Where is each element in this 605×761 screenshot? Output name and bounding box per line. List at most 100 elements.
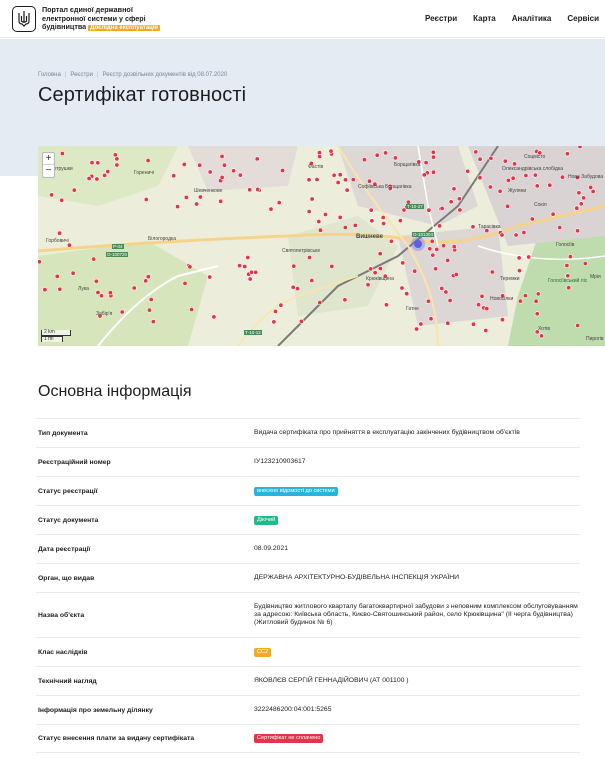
map-marker[interactable] [342, 225, 348, 231]
map-marker[interactable] [381, 221, 387, 227]
map-marker[interactable] [377, 251, 383, 257]
map-marker[interactable] [306, 177, 312, 183]
map-marker[interactable] [278, 302, 284, 308]
map-marker[interactable] [484, 306, 490, 312]
map-marker[interactable] [502, 158, 508, 164]
map-marker[interactable] [271, 319, 277, 325]
map-marker[interactable] [183, 194, 189, 200]
map-marker[interactable] [344, 187, 350, 193]
map-marker[interactable] [276, 200, 282, 206]
map-marker[interactable] [49, 192, 55, 198]
map-marker[interactable] [59, 151, 65, 157]
map-marker[interactable] [187, 264, 193, 270]
map-marker[interactable] [453, 271, 459, 277]
map-marker[interactable] [399, 285, 405, 291]
map-marker[interactable] [335, 179, 341, 185]
map-marker[interactable] [231, 168, 237, 174]
map-marker[interactable] [426, 207, 432, 213]
map-marker[interactable] [175, 204, 181, 210]
map-marker[interactable] [361, 157, 367, 163]
map-marker[interactable] [331, 172, 337, 178]
map-marker[interactable] [535, 291, 541, 297]
portal-brand[interactable]: Портал єдиної державної електронної сист… [42, 5, 161, 33]
map-marker[interactable] [439, 205, 445, 211]
map-marker[interactable] [112, 152, 118, 158]
map-marker[interactable] [430, 252, 436, 258]
map-marker[interactable] [380, 215, 386, 221]
map-marker[interactable] [368, 266, 374, 272]
map-marker[interactable] [397, 218, 403, 224]
map-marker[interactable] [400, 260, 406, 266]
map-marker[interactable] [526, 254, 532, 260]
map-marker[interactable] [71, 187, 77, 193]
map-marker[interactable] [255, 186, 261, 192]
map-marker[interactable] [242, 264, 248, 270]
map-marker[interactable] [447, 298, 453, 304]
map-marker[interactable] [483, 328, 489, 334]
map-marker[interactable] [567, 254, 573, 260]
map-marker[interactable] [476, 302, 482, 308]
map-marker[interactable] [372, 270, 378, 276]
map-marker[interactable] [557, 225, 563, 231]
map-marker[interactable] [189, 307, 195, 313]
map-marker[interactable] [89, 160, 95, 166]
map-marker[interactable] [143, 196, 149, 202]
map-marker[interactable] [237, 172, 243, 178]
breadcrumb-home[interactable]: Головна [38, 72, 61, 78]
map-marker[interactable] [54, 273, 60, 279]
map-marker[interactable] [470, 321, 476, 327]
map-marker[interactable] [477, 175, 483, 181]
map-marker[interactable] [429, 238, 435, 244]
map-marker[interactable] [575, 228, 581, 234]
map-marker[interactable] [119, 309, 125, 315]
map-marker[interactable] [388, 238, 394, 244]
map-marker[interactable] [95, 160, 101, 166]
map-marker[interactable] [456, 196, 462, 202]
map-marker[interactable] [181, 161, 187, 167]
map-marker[interactable] [105, 168, 111, 174]
breadcrumb-registries[interactable]: Реєстри [70, 72, 93, 78]
map-marker[interactable] [95, 290, 101, 296]
map-marker[interactable] [337, 214, 343, 220]
map-marker[interactable] [93, 278, 99, 284]
map-marker[interactable] [328, 148, 334, 154]
map-marker[interactable] [145, 274, 151, 280]
map-marker[interactable] [516, 255, 522, 261]
map-marker[interactable] [249, 269, 255, 275]
map-marker[interactable] [218, 198, 224, 204]
map-marker[interactable] [148, 297, 154, 303]
map-marker[interactable] [114, 156, 120, 162]
map-marker[interactable] [377, 266, 383, 272]
map-marker[interactable] [237, 263, 243, 269]
map-marker[interactable] [273, 308, 279, 314]
map-marker[interactable] [445, 320, 451, 326]
map-marker[interactable] [247, 276, 253, 282]
map-marker[interactable] [57, 286, 63, 292]
map-marker[interactable] [253, 269, 259, 275]
map-marker[interactable] [342, 297, 348, 303]
nav-services[interactable]: Сервіси [567, 14, 599, 23]
map-marker[interactable] [309, 196, 315, 202]
map-marker[interactable] [317, 227, 323, 233]
map-marker[interactable] [316, 219, 322, 225]
map-marker[interactable] [197, 162, 203, 168]
map-marker[interactable] [499, 232, 505, 238]
map-view[interactable]: Петрушки Гореничі Шевченкове Горбовичі Б… [38, 146, 605, 346]
map-marker[interactable] [392, 155, 398, 161]
map-marker[interactable] [306, 255, 312, 261]
map-marker[interactable] [479, 293, 485, 299]
map-marker[interactable] [427, 246, 433, 252]
map-marker[interactable] [171, 173, 177, 179]
map-marker[interactable] [451, 186, 457, 192]
map-marker[interactable] [590, 188, 596, 194]
map-marker[interactable] [42, 287, 48, 293]
map-marker[interactable] [448, 199, 454, 205]
map-marker[interactable] [443, 289, 449, 295]
map-marker[interactable] [465, 168, 471, 174]
map-marker[interactable] [547, 182, 553, 188]
map-marker[interactable] [197, 194, 203, 200]
map-marker[interactable] [423, 160, 429, 166]
map-marker[interactable] [564, 263, 570, 269]
map-marker[interactable] [366, 178, 372, 184]
trident-logo-icon[interactable] [12, 6, 36, 32]
